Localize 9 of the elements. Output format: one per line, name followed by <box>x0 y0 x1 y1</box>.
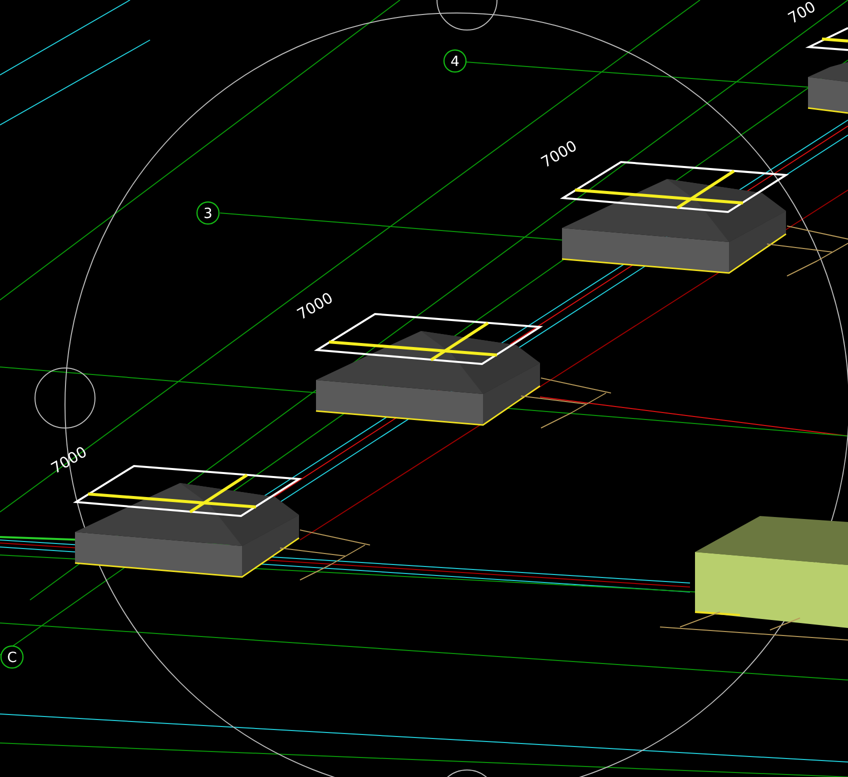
dimension-label: 7000 <box>48 442 90 478</box>
dimension-label: 700 <box>785 0 819 28</box>
grid-bubble-icon <box>196 201 220 225</box>
grid-bubble-label: 4 <box>450 54 460 70</box>
grid-bubble-label: C <box>7 650 17 666</box>
grid-bubble-icon <box>443 49 467 73</box>
grid-bubble-label: 3 <box>204 206 212 222</box>
dimension-label: 7000 <box>538 136 580 172</box>
dimension-label: 7000 <box>294 288 336 324</box>
